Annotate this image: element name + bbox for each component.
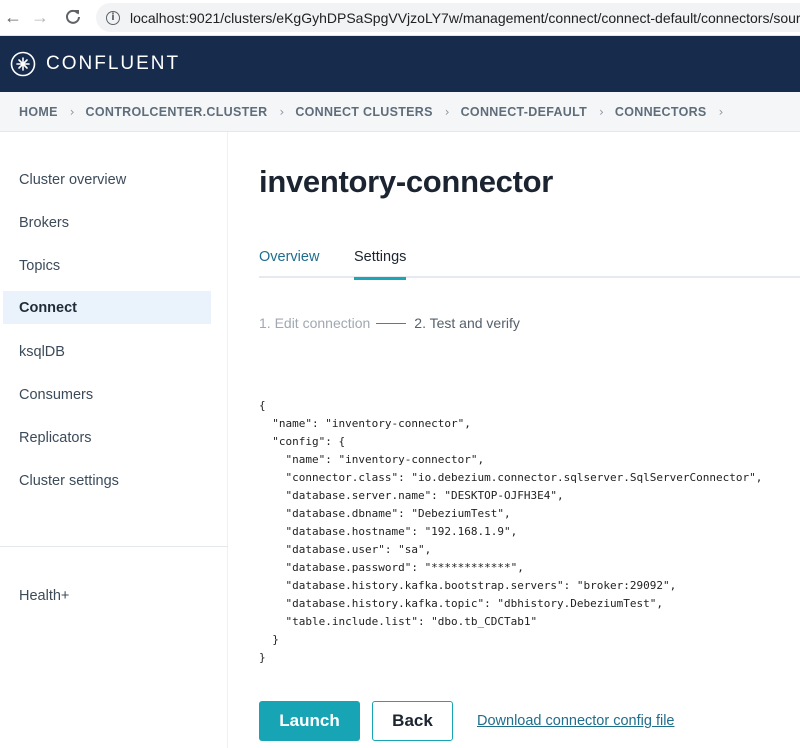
breadcrumb-connect-clusters[interactable]: CONNECT CLUSTERS [295, 105, 432, 119]
back-button[interactable]: Back [372, 701, 453, 741]
main-content: inventory-connector Overview Settings 1.… [228, 132, 800, 748]
breadcrumb-connect-default[interactable]: CONNECT-DEFAULT [461, 105, 588, 119]
confluent-logo-icon[interactable] [10, 51, 36, 77]
launch-button[interactable]: Launch [259, 701, 360, 741]
chevron-right-icon: › [279, 104, 285, 119]
sidebar-item-consumers[interactable]: Consumers [3, 378, 211, 411]
sidebar-item-ksqldb[interactable]: ksqlDB [3, 335, 211, 368]
step-edit-connection[interactable]: 1. Edit connection [259, 315, 370, 331]
sidebar-item-connect[interactable]: Connect [3, 291, 211, 324]
breadcrumb-connectors[interactable]: CONNECTORS [615, 105, 707, 119]
page-title: inventory-connector [259, 164, 554, 199]
tab-overview[interactable]: Overview [259, 249, 319, 278]
breadcrumb-home[interactable]: HOME [19, 105, 58, 119]
chevron-right-icon: › [69, 104, 75, 119]
step-divider [376, 322, 407, 324]
tab-bar: Overview Settings [259, 244, 800, 280]
brand-name[interactable]: CONFLUENT [46, 53, 180, 75]
breadcrumb-cluster[interactable]: CONTROLCENTER.CLUSTER [86, 105, 268, 119]
tab-settings[interactable]: Settings [354, 249, 407, 280]
info-icon[interactable]: i [106, 10, 120, 25]
browser-toolbar: ← → i localhost:9021/clusters/eKgGyhDPSa… [0, 0, 800, 36]
sidebar-item-health-plus[interactable]: Health+ [19, 588, 69, 604]
connector-config-json: { "name": "inventory-connector", "config… [259, 399, 763, 664]
wizard-steps: 1. Edit connection 2. Test and verify [259, 315, 520, 331]
sidebar-item-topics[interactable]: Topics [3, 249, 211, 282]
chevron-right-icon: › [599, 104, 604, 119]
address-bar[interactable]: i localhost:9021/clusters/eKgGyhDPSaSpgV… [96, 3, 800, 32]
chevron-right-icon: › [718, 104, 724, 119]
sidebar-item-cluster-settings[interactable]: Cluster settings [3, 464, 211, 497]
reload-icon[interactable] [62, 6, 84, 28]
step-test-and-verify: 2. Test and verify [414, 315, 520, 331]
sidebar-item-brokers[interactable]: Brokers [3, 206, 211, 239]
sidebar: Cluster overview Brokers Topics Connect … [0, 132, 228, 748]
breadcrumb: HOME › CONTROLCENTER.CLUSTER › CONNECT C… [0, 92, 800, 132]
app-header: CONFLUENT [0, 36, 800, 92]
sidebar-divider [0, 546, 228, 547]
back-arrow-icon[interactable]: ← [2, 6, 24, 28]
chevron-right-icon: › [444, 104, 450, 119]
download-config-link[interactable]: Download connector config file [477, 713, 674, 729]
forward-arrow-icon[interactable]: → [29, 6, 51, 28]
sidebar-item-replicators[interactable]: Replicators [3, 421, 211, 454]
url-text: localhost:9021/clusters/eKgGyhDPSaSpgVVj… [130, 9, 800, 26]
sidebar-item-cluster-overview[interactable]: Cluster overview [3, 163, 211, 196]
